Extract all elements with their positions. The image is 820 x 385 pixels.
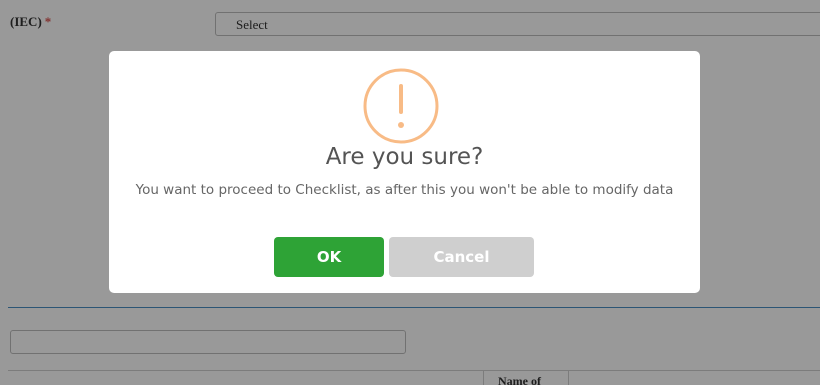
warning-exclamation-icon bbox=[363, 68, 439, 144]
confirm-dialog: Are you sure? You want to proceed to Che… bbox=[109, 51, 700, 293]
page: (IEC) * Select Name of Are you sure? You … bbox=[0, 0, 820, 385]
dialog-title: Are you sure? bbox=[325, 144, 484, 170]
cancel-button[interactable]: Cancel bbox=[389, 237, 534, 277]
ok-button[interactable]: OK bbox=[274, 237, 384, 277]
dialog-message: You want to proceed to Checklist, as aft… bbox=[135, 182, 674, 198]
